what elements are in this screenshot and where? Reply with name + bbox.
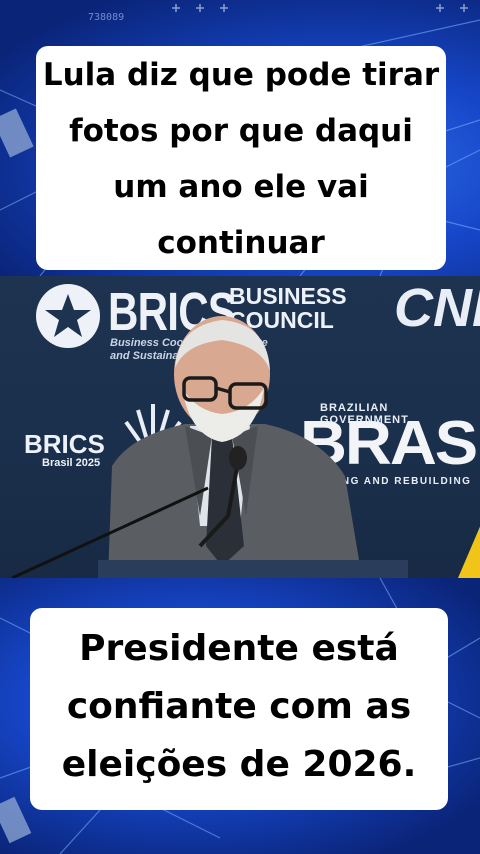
top-caption-box: Lula diz que pode tirar fotos por que da… [36, 46, 446, 270]
bottom-caption-box: Presidente está confiante com as eleiçõe… [30, 608, 448, 810]
speaker-figure-image [11, 316, 408, 578]
video-frame[interactable]: BRICS BUSINESS COUNCIL Business Coop Inc… [0, 276, 480, 578]
bottom-caption-text: Presidente está confiante com as eleiçõe… [61, 628, 417, 785]
broadcast-watermark: 738089 [88, 12, 125, 23]
top-caption-text: Lula diz que pode tirar fotos por que da… [42, 57, 440, 261]
